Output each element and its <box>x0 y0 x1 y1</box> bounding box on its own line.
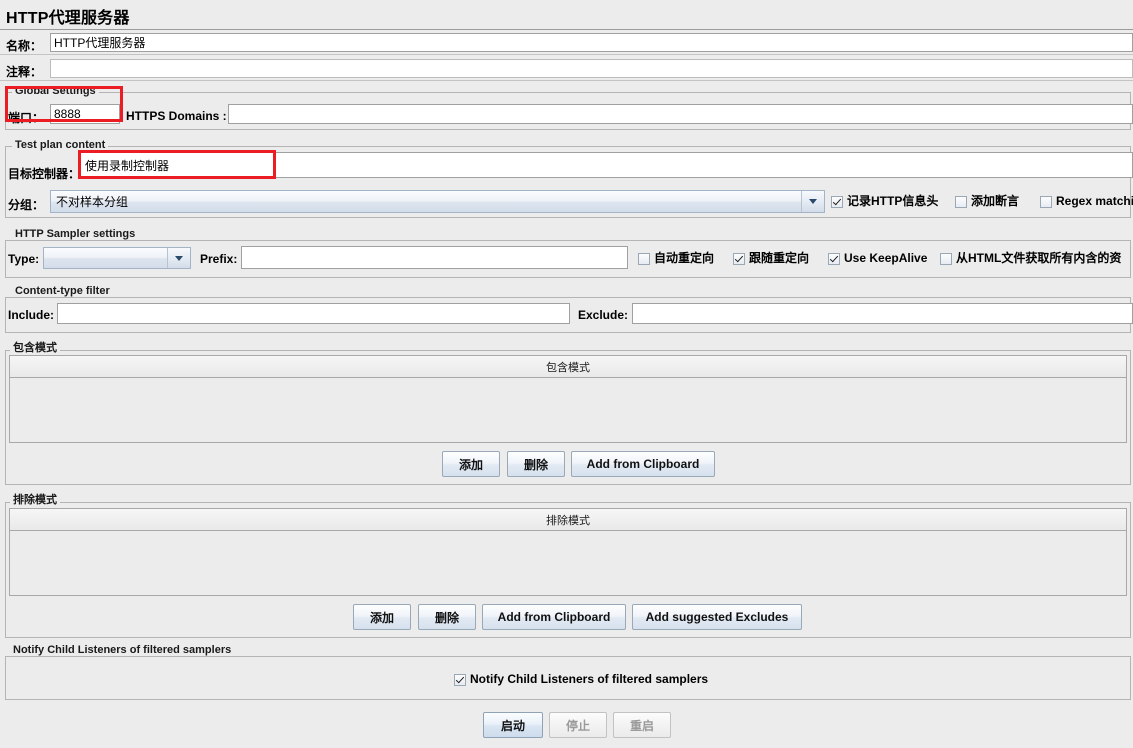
include-input[interactable] <box>57 303 570 324</box>
include-patterns-table-body[interactable] <box>10 378 1126 442</box>
exclude-delete-button[interactable]: 删除 <box>418 604 476 630</box>
include-add-button[interactable]: 添加 <box>442 451 500 477</box>
exclude-patterns-column-header: 排除模式 <box>546 514 590 527</box>
include-patterns-table-header: 包含模式 <box>10 356 1126 378</box>
checkbox-auto-redirect[interactable]: 自动重定向 <box>638 252 714 265</box>
include-patterns-panel-title: 包含模式 <box>10 339 60 355</box>
prefix-input[interactable] <box>241 246 628 269</box>
https-domains-label: HTTPS Domains : <box>126 109 227 123</box>
type-label: Type: <box>8 252 40 266</box>
checkbox-label: 从HTML文件获取所有内含的资 <box>956 251 1122 265</box>
checkbox-label: Regex matchin <box>1056 194 1133 208</box>
port-label: 端口： <box>8 111 45 125</box>
name-input[interactable]: HTTP代理服务器 <box>50 33 1133 52</box>
http-proxy-server-window: HTTP代理服务器 名称： HTTP代理服务器 注释： Global Setti… <box>0 0 1133 748</box>
comment-row-divider <box>0 80 1133 81</box>
exclude-patterns-panel-title: 排除模式 <box>10 491 60 507</box>
checkbox-box[interactable] <box>638 252 650 265</box>
prefix-label: Prefix: <box>200 252 238 266</box>
content-type-filter-panel-title: Content-type filter <box>12 285 113 297</box>
chevron-down-icon[interactable] <box>167 248 190 268</box>
checkbox-notify-child-listeners[interactable]: Notify Child Listeners of filtered sampl… <box>454 673 708 686</box>
exclude-patterns-table[interactable]: 排除模式 <box>9 508 1127 596</box>
grouping-label: 分组： <box>8 198 45 212</box>
exclude-add-suggested-excludes-button[interactable]: Add suggested Excludes <box>632 604 802 630</box>
title-divider <box>0 29 1133 30</box>
chevron-down-icon[interactable] <box>801 191 824 212</box>
checkbox-box[interactable] <box>733 252 745 265</box>
grouping-combobox[interactable]: 不对样本分组 <box>50 190 825 213</box>
checkbox-box[interactable] <box>828 252 840 265</box>
exclude-input[interactable] <box>632 303 1133 324</box>
checkbox-retrieve-embedded-resources[interactable]: 从HTML文件获取所有内含的资 <box>940 252 1121 265</box>
target-controller-value: 使用录制控制器 <box>85 158 170 173</box>
type-combobox[interactable] <box>43 247 191 269</box>
include-add-from-clipboard-button[interactable]: Add from Clipboard <box>571 451 715 477</box>
exclude-label: Exclude: <box>578 308 629 322</box>
checkbox-label: Use KeepAlive <box>844 251 928 265</box>
port-input[interactable]: 8888 <box>50 104 120 124</box>
include-delete-button[interactable]: 删除 <box>507 451 565 477</box>
checkbox-box[interactable] <box>940 252 952 265</box>
checkbox-regex-matching[interactable]: Regex matchin <box>1040 195 1133 208</box>
checkbox-label: Notify Child Listeners of filtered sampl… <box>470 672 709 686</box>
exclude-add-button[interactable]: 添加 <box>353 604 411 630</box>
name-label: 名称： <box>6 39 43 53</box>
page-title: HTTP代理服务器 <box>6 10 130 27</box>
name-row-divider <box>0 54 1133 55</box>
include-patterns-table[interactable]: 包含模式 <box>9 355 1127 443</box>
checkbox-use-keepalive[interactable]: Use KeepAlive <box>828 252 927 265</box>
target-controller-combobox[interactable]: 使用录制控制器 <box>80 152 1133 178</box>
checkbox-box[interactable] <box>454 673 466 686</box>
exclude-patterns-table-header: 排除模式 <box>10 509 1126 531</box>
checkbox-box[interactable] <box>1040 195 1052 208</box>
start-button[interactable]: 启动 <box>483 712 543 738</box>
restart-button: 重启 <box>613 712 671 738</box>
checkbox-box[interactable] <box>831 195 843 208</box>
target-controller-label: 目标控制器： <box>8 167 81 181</box>
notify-child-listeners-panel-title: Notify Child Listeners of filtered sampl… <box>10 644 235 656</box>
checkbox-label: 跟随重定向 <box>749 251 810 265</box>
comment-label: 注释： <box>6 65 43 79</box>
checkbox-label: 自动重定向 <box>654 251 715 265</box>
global-settings-panel-title: Global Settings <box>12 85 99 97</box>
stop-button: 停止 <box>549 712 607 738</box>
exclude-add-from-clipboard-button[interactable]: Add from Clipboard <box>482 604 626 630</box>
exclude-patterns-table-body[interactable] <box>10 531 1126 595</box>
checkbox-label: 记录HTTP信息头 <box>847 194 939 208</box>
https-domains-input[interactable] <box>228 104 1133 124</box>
comment-input[interactable] <box>50 59 1133 78</box>
checkbox-capture-http-headers[interactable]: 记录HTTP信息头 <box>831 195 938 208</box>
test-plan-content-panel-title: Test plan content <box>12 139 109 151</box>
checkbox-follow-redirect[interactable]: 跟随重定向 <box>733 252 809 265</box>
checkbox-add-assertions[interactable]: 添加断言 <box>955 195 1019 208</box>
checkbox-box[interactable] <box>955 195 967 208</box>
grouping-value: 不对样本分组 <box>56 195 129 209</box>
http-sampler-settings-panel-title: HTTP Sampler settings <box>12 228 139 240</box>
checkbox-label: 添加断言 <box>971 194 1020 208</box>
include-patterns-column-header: 包含模式 <box>546 361 590 374</box>
include-label: Include: <box>8 308 55 322</box>
